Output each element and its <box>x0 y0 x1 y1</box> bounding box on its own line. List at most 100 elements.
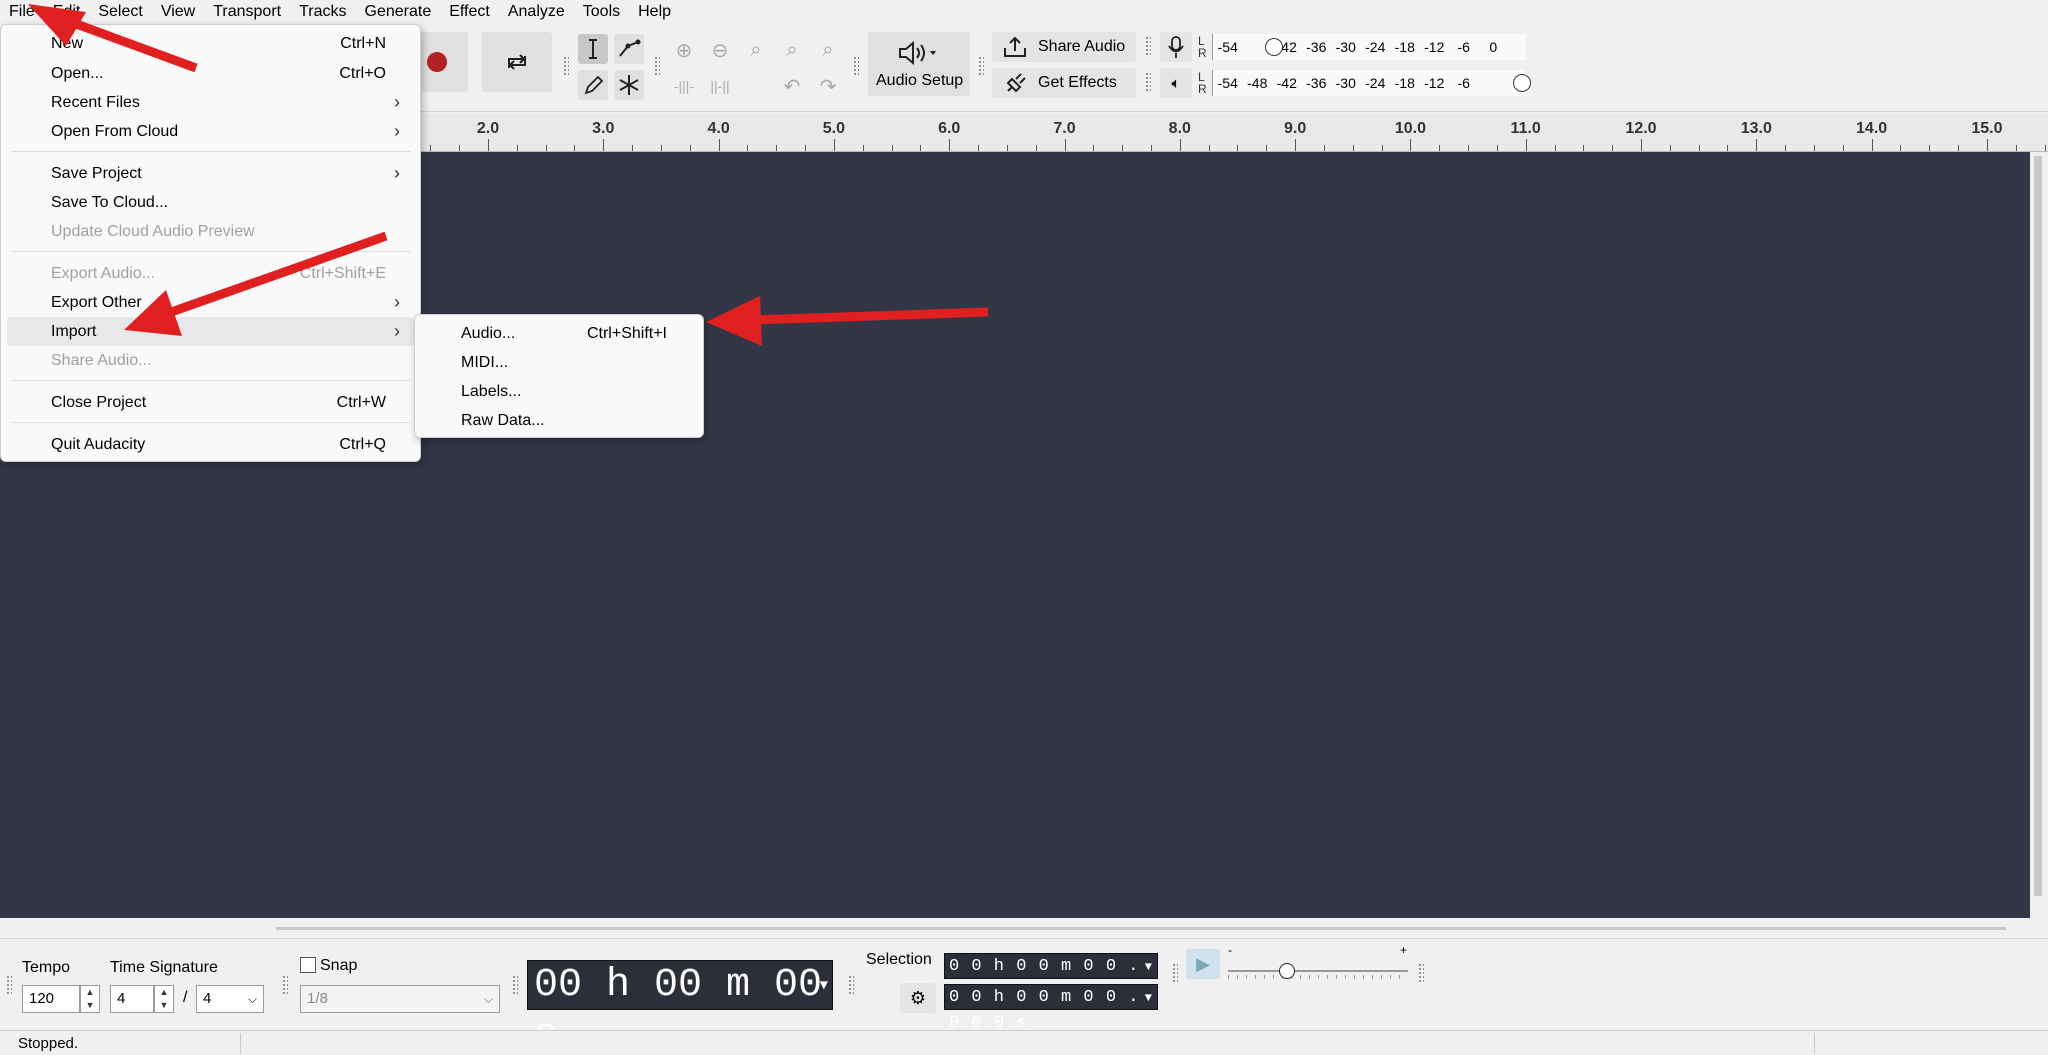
playback-meter[interactable]: LR -54 -48 -42 -36 -30 -24 -18 -12 -6 <box>1198 68 1531 98</box>
playback-meter-scale: -54 -48 -42 -36 -30 -24 -18 -12 -6 <box>1212 70 1531 96</box>
menu-transport[interactable]: Transport <box>204 0 290 24</box>
toolbar-grip[interactable] <box>654 56 660 76</box>
draw-tool-button[interactable] <box>578 70 608 100</box>
envelope-tool-button[interactable] <box>614 34 644 64</box>
playback-speed-slider[interactable] <box>1228 959 1408 983</box>
menu-tools[interactable]: Tools <box>574 0 629 24</box>
time-format-dropdown-icon[interactable]: ▼ <box>820 961 828 1011</box>
time-signature-numerator[interactable]: 4 <box>110 985 154 1013</box>
ruler-label: 3.0 <box>592 120 615 137</box>
share-audio-button[interactable]: Share Audio <box>992 32 1136 62</box>
ruler-tick <box>920 145 922 151</box>
ruler-tick <box>2044 145 2046 151</box>
menu-item-export-other[interactable]: Export Other › <box>7 288 414 317</box>
toolbar-grip[interactable] <box>563 56 569 76</box>
loop-button[interactable] <box>482 32 552 92</box>
chevron-down-icon[interactable]: ▼ <box>1145 985 1153 1011</box>
recording-meter[interactable]: LR -54 -42 -36 -30 -24 -18 -12 -6 0 <box>1198 32 1526 62</box>
menu-item-open[interactable]: Open... Ctrl+O <box>7 59 414 88</box>
trim-audio-icon[interactable]: -|||- <box>670 72 698 100</box>
playback-level-knob[interactable] <box>1513 74 1531 92</box>
menu-item-save-project[interactable]: Save Project › <box>7 159 414 188</box>
undo-icon[interactable]: ↶ <box>778 72 806 100</box>
selection-end-time[interactable]: 0 0 h 0 0 m 0 0 . 0 0 0 s ▼ <box>944 984 1158 1033</box>
menu-effect[interactable]: Effect <box>440 0 499 24</box>
get-effects-button[interactable]: Get Effects <box>992 68 1136 98</box>
scrollbar-thumb[interactable] <box>2034 156 2042 896</box>
toolbar-grip[interactable] <box>6 975 12 995</box>
multi-tool-button[interactable] <box>614 70 644 100</box>
zoom-toggle-icon[interactable]: ⌕ <box>814 36 842 64</box>
selection-start-time[interactable]: 0 0 h 0 0 m 0 0 . 0 0 0 s ▼ <box>944 953 1158 1002</box>
fit-project-icon[interactable]: ⌕ <box>778 36 806 64</box>
toolbar-grip[interactable] <box>853 56 859 76</box>
toolbar-grip[interactable] <box>1145 72 1151 92</box>
toolbar-grip[interactable] <box>1172 963 1178 983</box>
meter-tick-label: 0 <box>1489 39 1498 55</box>
tempo-input[interactable]: 120 <box>22 985 80 1013</box>
silence-audio-icon[interactable]: ||-|| <box>706 72 734 100</box>
meter-tick-label: -54 <box>1217 75 1238 91</box>
ruler-tick <box>1525 139 1527 151</box>
zoom-in-icon[interactable]: ⊕ <box>670 36 698 64</box>
tempo-stepper[interactable]: ▲ ▼ <box>80 985 100 1013</box>
gear-icon[interactable]: ⚙ <box>900 983 936 1013</box>
audio-setup-button[interactable]: Audio Setup <box>868 32 970 96</box>
zoom-out-icon[interactable]: ⊖ <box>706 36 734 64</box>
menu-select[interactable]: Select <box>89 0 151 24</box>
selection-tool-button[interactable] <box>578 34 608 64</box>
snap-select[interactable]: 1/8 ⌵ <box>300 985 500 1013</box>
menu-item-new[interactable]: New Ctrl+N <box>7 29 414 58</box>
menu-tracks[interactable]: Tracks <box>290 0 355 24</box>
status-bar: Stopped. <box>0 1030 2048 1055</box>
ruler-tick <box>1468 145 1470 151</box>
menu-generate[interactable]: Generate <box>356 0 441 24</box>
toolbar-grip[interactable] <box>1418 963 1424 983</box>
menu-item-label: Open... <box>51 64 104 82</box>
ruler-tick <box>1006 145 1008 151</box>
menu-item-close-project[interactable]: Close Project Ctrl+W <box>7 388 414 417</box>
submenu-item-midi[interactable]: MIDI... <box>421 348 697 377</box>
menu-item-import[interactable]: Import › <box>7 317 414 346</box>
horizontal-scrollbar[interactable] <box>0 918 2048 938</box>
menu-view[interactable]: View <box>152 0 204 24</box>
menu-item-quit-audacity[interactable]: Quit Audacity Ctrl+Q <box>7 430 414 459</box>
timeline-ruler[interactable]: 2.0 3.0 4.0 5.0 6.0 7.0 8.0 9.0 10.0 11.0 12.0 13.0… <box>420 114 2048 152</box>
chevron-down-icon[interactable]: ▼ <box>1145 954 1153 980</box>
fit-selection-icon[interactable]: ⌕ <box>742 36 770 64</box>
recording-level-knob[interactable] <box>1265 38 1283 56</box>
ruler-tick <box>1381 145 1383 151</box>
snap-checkbox[interactable] <box>300 957 316 973</box>
play-at-speed-button[interactable]: ▶ <box>1186 949 1220 979</box>
submenu-item-raw-data[interactable]: Raw Data... <box>421 406 697 435</box>
microphone-icon[interactable] <box>1160 32 1192 62</box>
status-divider <box>1814 1033 1815 1054</box>
menu-item-open-from-cloud[interactable]: Open From Cloud › <box>7 117 414 146</box>
ruler-label: 2.0 <box>476 120 500 137</box>
scrollbar-thumb[interactable] <box>276 927 2006 930</box>
redo-icon[interactable]: ↷ <box>814 72 842 100</box>
numerator-stepper[interactable]: ▲ ▼ <box>154 985 174 1013</box>
chevron-right-icon: › <box>394 292 400 312</box>
menu-file[interactable]: File <box>0 0 44 24</box>
toolbar-grip[interactable] <box>978 56 984 76</box>
submenu-item-labels[interactable]: Labels... <box>421 377 697 406</box>
menu-item-recent-files[interactable]: Recent Files › <box>7 88 414 117</box>
menu-help[interactable]: Help <box>629 0 680 24</box>
time-display[interactable]: 00 h 00 m 00 s ▼ <box>527 960 833 1055</box>
toolbar-grip[interactable] <box>1145 36 1151 56</box>
snap-label: Snap <box>320 957 358 974</box>
menu-edit[interactable]: Edit <box>44 0 90 24</box>
slider-ticks <box>1228 975 1408 979</box>
menu-item-save-to-cloud[interactable]: Save To Cloud... <box>7 188 414 217</box>
time-signature-denominator[interactable]: 4 ⌵ <box>196 985 264 1013</box>
menu-item-label: Save To Cloud... <box>51 193 169 211</box>
toolbar-grip[interactable] <box>282 975 288 995</box>
playback-speaker-icon[interactable]: 🔈︎ <box>1160 68 1192 98</box>
vertical-scrollbar[interactable] <box>2030 152 2048 918</box>
menu-analyze[interactable]: Analyze <box>499 0 574 24</box>
submenu-item-audio[interactable]: Audio... Ctrl+Shift+I <box>421 319 697 348</box>
toolbar-grip[interactable] <box>512 975 518 995</box>
toolbar-grip[interactable] <box>848 975 854 995</box>
ruler-tick <box>545 145 547 151</box>
